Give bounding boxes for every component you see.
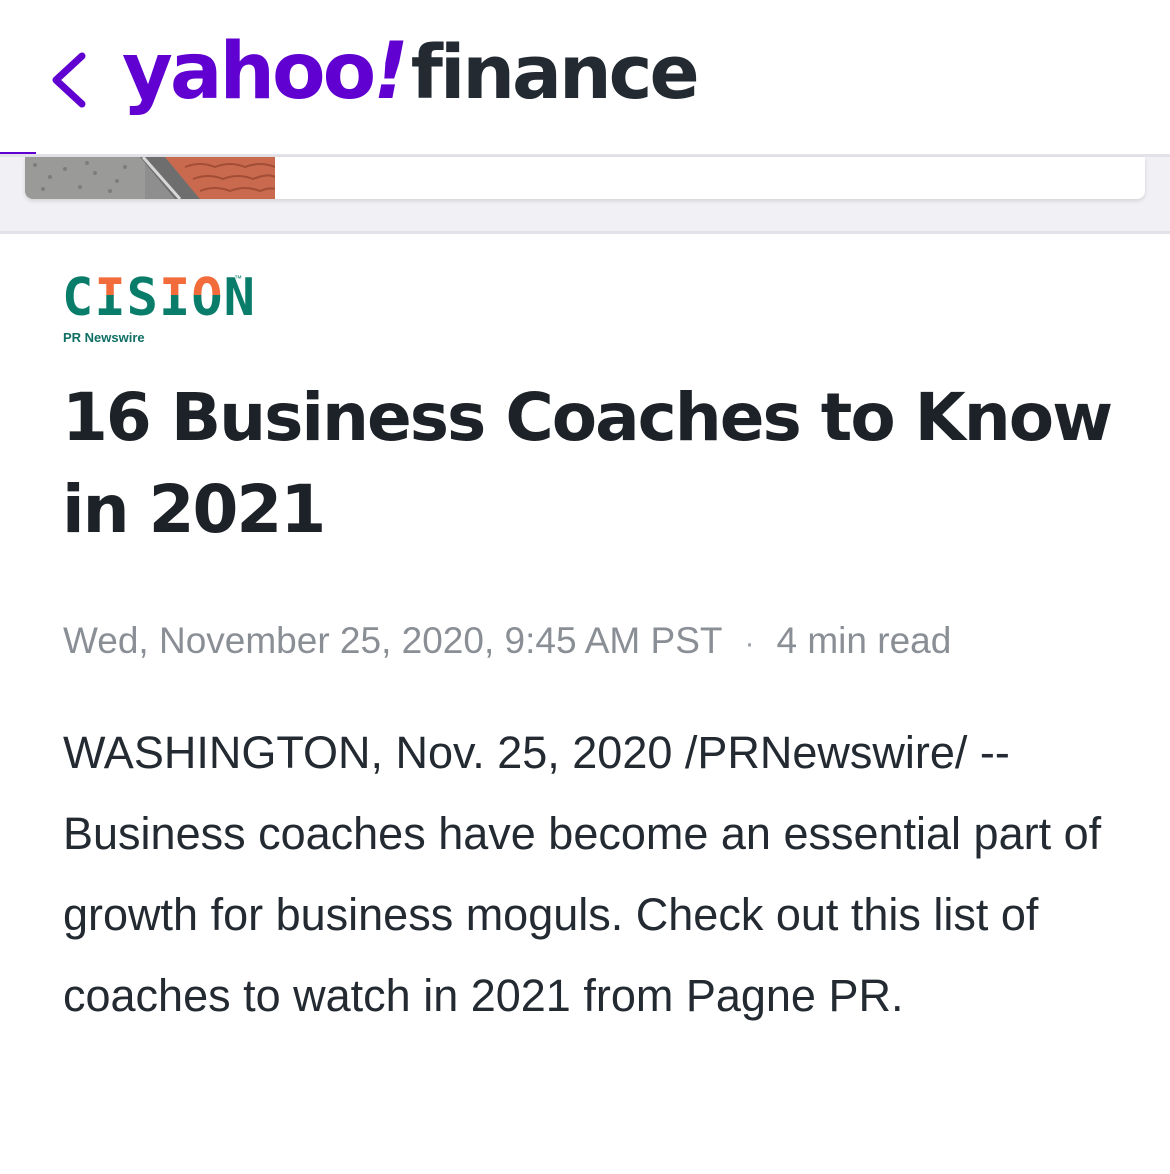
article-date: Wed, November 25, 2020, 9:45 AM PST xyxy=(63,620,723,661)
logo-yahoo-text: yahoo xyxy=(122,27,376,117)
cision-letter: O xyxy=(191,268,224,328)
logo-bang-text: ! xyxy=(373,27,409,117)
cision-letter: S xyxy=(126,268,159,328)
ad-card[interactable] xyxy=(25,157,1145,199)
article-title: 16 Business Coaches to Know in 2021 xyxy=(62,379,1113,548)
article-page: yahoo ! finance CISION ™ PR Newswire 16 … xyxy=(0,0,1170,1174)
ad-strip xyxy=(0,157,1170,232)
chevron-left-icon xyxy=(52,52,86,108)
ad-image[interactable] xyxy=(25,157,275,199)
cision-trademark: ™ xyxy=(234,274,242,283)
app-header: yahoo ! finance xyxy=(0,0,1170,157)
yahoo-finance-logo[interactable]: yahoo ! finance xyxy=(122,22,700,122)
logo-finance-text: finance xyxy=(410,30,700,116)
article-meta: Wed, November 25, 2020, 9:45 AM PST · 4 mi… xyxy=(63,618,951,667)
cision-wordmark: CISION xyxy=(62,268,256,328)
ad-roof-image xyxy=(25,157,275,199)
meta-separator: · xyxy=(744,627,755,660)
article-body: WASHINGTON, Nov. 25, 2020 /PRNewswire/ -… xyxy=(63,727,1102,1021)
cision-letter: C xyxy=(62,268,95,328)
cision-tagline: PR Newswire xyxy=(63,330,145,345)
cision-pr-newswire-logo[interactable]: CISION ™ PR Newswire xyxy=(62,268,262,348)
back-button[interactable] xyxy=(40,40,100,120)
ad-divider xyxy=(0,231,1170,234)
article-read-time: 4 min read xyxy=(776,620,952,661)
cision-letter: I xyxy=(94,268,127,328)
cision-letter: I xyxy=(158,268,192,328)
